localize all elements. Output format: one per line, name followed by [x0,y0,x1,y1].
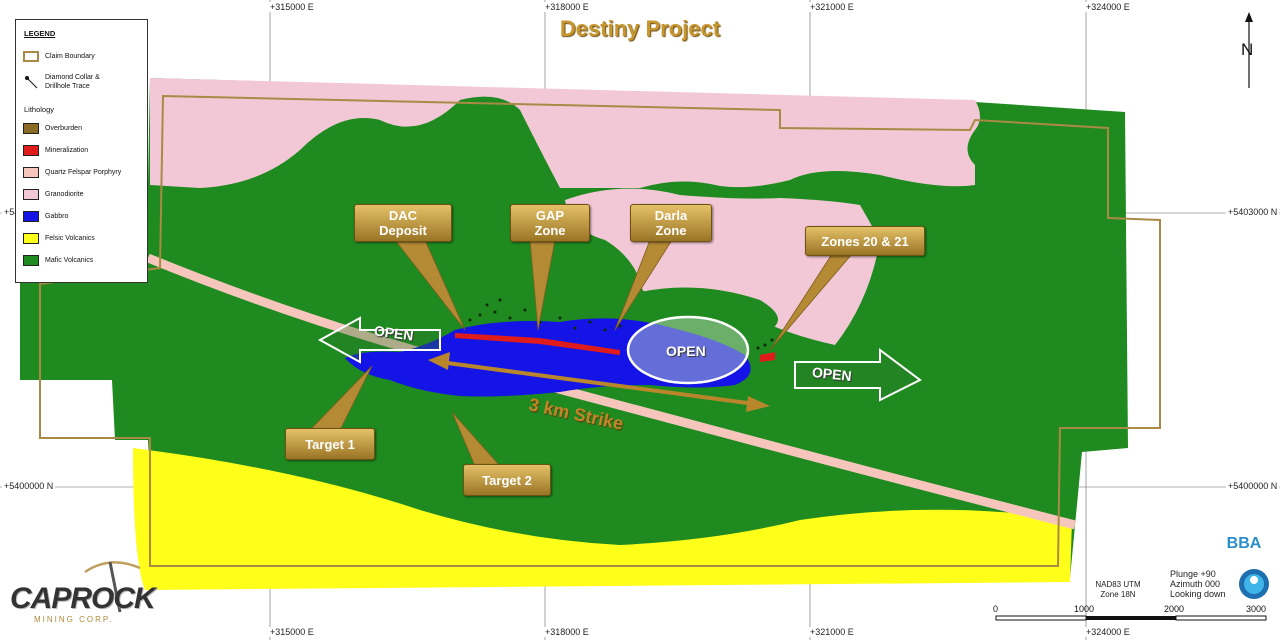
projection-info: NAD83 UTM Zone 18N [1090,580,1146,600]
legend-row-gabbro: Gabbro [23,210,68,222]
grid-label-left-2: +5400000 N [2,481,56,491]
legend-row-granodiorite: Granodiorite [23,188,84,200]
callout-dac-deposit: DAC Deposit [354,204,452,242]
scale-label-3000: 3000 [1246,604,1267,614]
grid-label-top-3: +321000 E [808,2,856,12]
projection-line-1: NAD83 UTM [1095,580,1141,589]
view-plunge: Plunge +90 [1170,569,1216,579]
grid-label-bottom-1: +315000 E [268,627,316,637]
felsic-swatch [23,232,39,244]
bba-logo-text: BBA [1227,535,1262,552]
view-looking: Looking down [1170,589,1226,599]
callout-darla-zone: Darla Zone [630,204,712,242]
geology-map [0,0,1280,640]
view-azimuth: Azimuth 000 [1170,579,1221,589]
claim-boundary-swatch [23,50,39,62]
projection-line-2: Zone 18N [1100,590,1136,599]
overburden-swatch [23,122,39,134]
mafic-swatch [23,254,39,266]
scale-bar [995,615,1267,621]
grid-label-right-2: +5400000 N [1226,481,1280,491]
gabbro-swatch [23,210,39,222]
grid-label-bottom-3: +321000 E [808,627,856,637]
caprock-logo-sub: MINING CORP. [34,615,114,624]
drill-collar-icon [25,76,38,89]
legend-row-felsic: Felsic Volcanics [23,232,95,244]
legend-row-claim: Claim Boundary [23,50,95,62]
legend-label-overburden: Overburden [45,124,82,132]
legend-row-overburden: Overburden [23,122,82,134]
legend-row-mineralization: Mineralization [23,144,88,156]
open-label-center: OPEN [666,343,706,359]
legend-drill-label: Diamond Collar & Drillhole Trace [45,74,100,90]
caprock-logo: CAPROCK [10,582,156,615]
callout-target-2: Target 2 [463,464,551,496]
legend-claim-label: Claim Boundary [45,52,95,60]
legend-label-gabbro: Gabbro [45,212,69,220]
map-title: Destiny Project [559,16,721,41]
legend-label-felsic: Felsic Volcanics [45,234,95,242]
legend-label-mafic: Mafic Volcanics [45,256,94,264]
legend-row-mafic: Mafic Volcanics [23,254,93,266]
porphyry-swatch [23,166,39,178]
grid-label-bottom-4: +324000 E [1084,627,1132,637]
legend-lithology-title: Lithology [24,105,55,114]
grid-label-right-1: +5403000 N [1226,207,1280,217]
view-globe-icon [1239,569,1269,599]
legend-label-porphyry: Quartz Felspar Porphyry [45,168,122,176]
scale-label-0: 0 [993,604,999,614]
bba-logo: BBA [1222,528,1266,556]
legend-row-porphyry: Quartz Felspar Porphyry [23,166,121,178]
grid-label-bottom-2: +318000 E [543,627,591,637]
legend-row-drill: Diamond Collar & Drillhole Trace [23,72,100,92]
scale-label-1000: 1000 [1074,604,1095,614]
legend: LEGEND Claim Boundary Diamond Collar & D… [15,19,148,283]
view-info: Plunge +90 Azimuth 000 Looking down [1170,569,1226,599]
granodiorite-swatch [23,188,39,200]
grid-label-top-2: +318000 E [543,2,591,12]
grid-label-top-1: +315000 E [268,2,316,12]
mineralization-swatch [23,144,39,156]
callout-target-1: Target 1 [285,428,375,460]
legend-label-mineralization: Mineralization [45,146,89,154]
north-label: N [1241,40,1254,59]
scale-label-2000: 2000 [1164,604,1185,614]
callout-gap-zone: GAP Zone [510,204,590,242]
grid-label-top-4: +324000 E [1084,2,1132,12]
legend-title: LEGEND [24,29,56,38]
callout-zones-20-21: Zones 20 & 21 [805,226,925,256]
legend-label-granodiorite: Granodiorite [45,190,84,198]
